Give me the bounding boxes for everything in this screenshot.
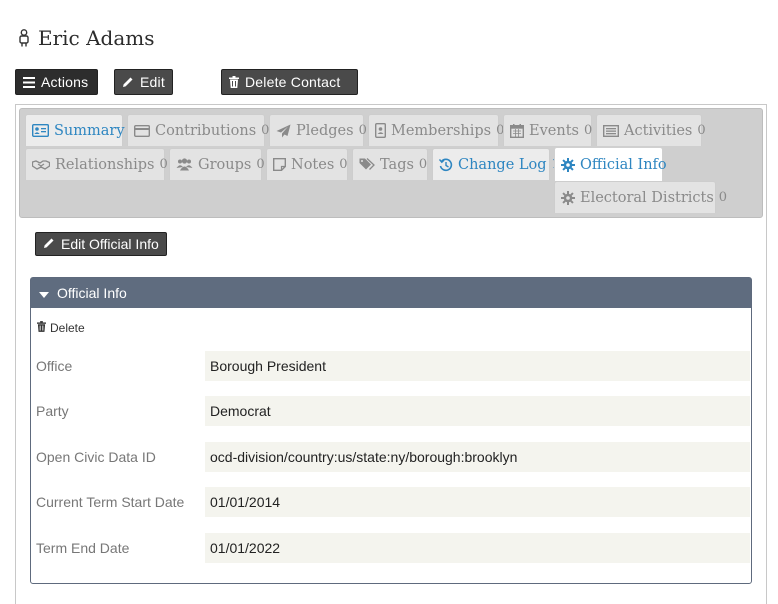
tab-label: Notes [291, 156, 335, 173]
delete-official-info-link[interactable]: Delete [37, 321, 85, 335]
tab-electoral-districts[interactable]: Electoral Districts 0 [554, 181, 727, 213]
id-card-icon [32, 124, 49, 137]
field-label: Open Civic Data ID [36, 449, 156, 465]
field-value: Borough President [205, 351, 750, 381]
tab-count: 0 [339, 157, 348, 172]
tab-memberships[interactable]: Memberships 0 [368, 114, 504, 146]
tab-label: Events [529, 122, 579, 139]
field-label: Current Term Start Date [36, 494, 185, 510]
field-label: Term End Date [36, 540, 130, 556]
field-row-term-end-date: Term End Date 01/01/2022 [36, 533, 750, 563]
tab-count: 0 [159, 157, 168, 172]
delete-label: Delete [50, 321, 85, 335]
pencil-icon [43, 236, 55, 252]
tab-label: Groups [198, 156, 252, 173]
official-info-section: Official Info Delete Office Borough Pres… [30, 277, 752, 584]
field-row-party: Party Democrat [36, 396, 750, 426]
actions-label: Actions [41, 74, 89, 90]
calendar-icon [510, 123, 524, 138]
field-value: 01/01/2022 [205, 533, 750, 563]
tags-icon [359, 158, 375, 171]
contact-title: Eric Adams [18, 26, 155, 50]
section-header[interactable]: Official Info [31, 278, 751, 308]
tab-pledges[interactable]: Pledges 0 [269, 114, 367, 146]
tab-label: Official Info [580, 156, 667, 173]
list-icon [603, 124, 619, 137]
delete-contact-label: Delete Contact [245, 74, 341, 90]
handshake-icon [32, 159, 50, 171]
tab-count: 0 [358, 123, 367, 138]
menu-bars-icon [23, 76, 35, 88]
tab-label: Relationships [55, 156, 155, 173]
field-value: Democrat [205, 396, 750, 426]
tab-tags[interactable]: Tags 0 [352, 148, 428, 180]
field-value: ocd-division/country:us/state:ny/borough… [205, 442, 750, 472]
field-value: 01/01/2014 [205, 487, 750, 517]
trash-icon [229, 76, 239, 88]
tab-count: 0 [697, 123, 706, 138]
delete-contact-button[interactable]: Delete Contact [221, 69, 358, 95]
credit-card-icon [134, 124, 150, 137]
tab-relationships[interactable]: Relationships 0 [25, 148, 168, 180]
tab-groups[interactable]: Groups 0 [169, 148, 265, 180]
tab-label: Pledges [296, 122, 354, 139]
tab-label: Tags [380, 156, 414, 173]
tab-label: Electoral Districts [580, 189, 714, 206]
field-row-open-civic-data-id: Open Civic Data ID ocd-division/country:… [36, 442, 750, 472]
note-icon [273, 158, 286, 171]
pencil-icon [122, 76, 134, 88]
trash-icon [37, 321, 46, 335]
person-icon [18, 29, 30, 47]
tab-count: 0 [418, 157, 428, 172]
edit-official-info-label: Edit Official Info [61, 236, 159, 252]
tab-notes[interactable]: Notes 0 [266, 148, 348, 180]
tab-change-log[interactable]: Change Log 1 [432, 148, 560, 180]
tab-label: Contributions [155, 122, 257, 139]
edit-button[interactable]: Edit [114, 69, 173, 95]
users-icon [176, 158, 193, 171]
edit-label: Edit [140, 74, 165, 90]
edit-official-info-button[interactable]: Edit Official Info [35, 232, 167, 256]
tab-label: Memberships [391, 122, 492, 139]
actions-button[interactable]: Actions [15, 69, 98, 95]
field-row-office: Office Borough President [36, 351, 750, 381]
caret-down-icon [39, 285, 49, 301]
tab-count: 0 [718, 190, 728, 205]
tab-count: 0 [256, 157, 265, 172]
tab-official-info[interactable]: Official Info [554, 147, 667, 181]
paper-plane-icon [276, 124, 291, 138]
field-label: Party [36, 403, 69, 419]
tab-activities[interactable]: Activities 0 [596, 114, 706, 146]
gear-icon [561, 157, 575, 172]
tab-summary[interactable]: Summary [25, 114, 125, 146]
field-row-current-term-start-date: Current Term Start Date 01/01/2014 [36, 487, 750, 517]
tab-label: Summary [54, 122, 125, 139]
history-icon [439, 158, 453, 172]
section-title: Official Info [57, 285, 127, 301]
gear-icon [561, 190, 575, 205]
member-badge-icon [375, 123, 386, 138]
contact-name: Eric Adams [38, 26, 155, 50]
tab-events[interactable]: Events 0 [503, 114, 592, 146]
tab-label: Change Log [458, 156, 547, 173]
tab-contributions[interactable]: Contributions 0 [127, 114, 269, 146]
field-label: Office [36, 358, 73, 374]
tab-label: Activities [624, 122, 693, 139]
tab-count: 0 [583, 123, 593, 138]
